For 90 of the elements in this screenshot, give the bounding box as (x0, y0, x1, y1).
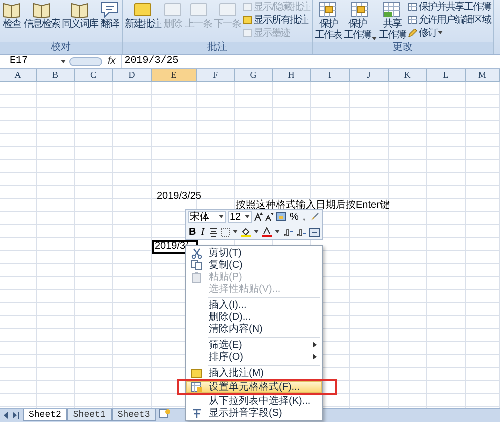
scissors-icon (191, 248, 203, 258)
cell-text: 按照这种格式输入日期后按Enter键 (236, 200, 390, 212)
group-label: 校对 (0, 42, 122, 54)
grow-font-icon (254, 212, 263, 222)
last-arrow-icon (12, 412, 20, 418)
note-icon (133, 1, 153, 19)
note-icon (218, 1, 238, 19)
ribbon-button[interactable]: 共享 工作簿 (378, 0, 406, 41)
sheet-icon (408, 2, 418, 12)
menu-item[interactable]: 排序(O) (186, 351, 322, 363)
ribbon-small-button[interactable]: 修订 (408, 27, 491, 39)
function-label[interactable]: fx (106, 55, 118, 68)
shrink-font-icon (265, 212, 274, 222)
menu-item[interactable]: 清除内容(N) (186, 323, 322, 335)
sheet-tab[interactable]: Sheet1 (67, 409, 112, 421)
caret-icon (245, 215, 250, 219)
decrease-decimal-icon (296, 228, 306, 236)
menu-item[interactable]: 插入(I)... (186, 299, 322, 311)
column-header[interactable]: C (75, 69, 113, 82)
column-header[interactable]: B (37, 69, 75, 82)
sheet-icon (408, 16, 418, 24)
merge-cells-icon (308, 228, 320, 236)
caret-icon (254, 230, 259, 234)
column-header[interactable]: A (0, 69, 37, 82)
ribbon-button[interactable]: 保护 工作簿 (344, 0, 377, 41)
speech-bubble-icon (100, 1, 120, 19)
fill-color-icon (240, 227, 251, 237)
bold-button[interactable]: B (188, 226, 198, 238)
note-icon (188, 1, 208, 19)
font-color-icon (262, 227, 272, 237)
ribbon-button[interactable]: 翻译 (100, 0, 120, 30)
comma-button[interactable]: , (302, 212, 307, 222)
italic-button[interactable]: I (200, 226, 206, 238)
menu-item[interactable]: 筛选(E) (186, 339, 322, 351)
increase-decimal-icon (282, 228, 293, 236)
ribbon-button[interactable]: 同义词库 (62, 0, 98, 30)
sheet-tab[interactable]: Sheet2 (23, 409, 68, 421)
format-cells-icon (191, 382, 203, 392)
column-header[interactable]: H (273, 69, 311, 82)
column-header[interactable]: J (350, 69, 389, 82)
menu-item[interactable]: 插入批注(M) (186, 367, 322, 379)
menu-item[interactable]: 删除(D)... (186, 311, 322, 323)
sheet-tab[interactable]: Sheet3 (112, 409, 156, 421)
copy-icon (191, 260, 203, 270)
column-header[interactable]: E (152, 69, 197, 82)
clipboard-icon (191, 272, 203, 282)
font-field[interactable]: 宋体 (188, 211, 226, 223)
percent-button[interactable]: % (289, 212, 300, 222)
caret-icon (61, 60, 66, 64)
book-icon (70, 1, 90, 19)
name-box[interactable]: E17 (0, 55, 58, 68)
previous-arrow-icon (3, 412, 9, 418)
menu-item[interactable]: 复制(C) (186, 259, 322, 271)
menu-item[interactable]: 设置单元格格式(F)... (186, 381, 322, 393)
new-sheet-icon (159, 409, 172, 419)
align-center-icon (208, 228, 218, 236)
border-icon (220, 228, 230, 236)
column-header[interactable]: D (113, 69, 152, 82)
note-icon (163, 1, 183, 19)
column-header[interactable]: L (427, 69, 466, 82)
caret-icon (219, 215, 224, 219)
column-header[interactable]: M (466, 69, 500, 82)
book-icon (2, 1, 22, 19)
ribbon-button[interactable]: 新建批注 (125, 0, 161, 30)
column-header[interactable]: I (311, 69, 350, 82)
ribbon-small-button[interactable]: 显示所有批注 (243, 14, 310, 26)
ribbon-small-button[interactable]: 允许用户编辑区域 (408, 14, 491, 26)
ribbon-button[interactable]: 信息检索 (24, 0, 60, 30)
column-header[interactable]: F (197, 69, 235, 82)
ribbon-button[interactable]: 保护 工作表 (314, 0, 342, 41)
book-icon (32, 1, 52, 19)
caret-icon (274, 230, 280, 234)
size-field[interactable]: 12 (228, 211, 252, 223)
note-icon (191, 368, 203, 378)
cell-text: 2019/3/25 (157, 191, 202, 203)
caret-icon (438, 31, 443, 35)
menu-item[interactable]: 从下拉列表中选择(K)... (186, 395, 322, 407)
column-header[interactable]: G (235, 69, 273, 82)
format-icon (276, 212, 287, 222)
brush-icon (308, 212, 319, 222)
pencil-icon (408, 28, 418, 38)
phonetic-icon (191, 408, 203, 418)
menu-item[interactable]: 显示拼音字段(S) (186, 407, 322, 419)
group-label: 批注 (123, 42, 312, 54)
ribbon-button[interactable]: 检查 (2, 0, 22, 30)
formula-field[interactable]: 2019/3/25 (120, 55, 500, 68)
caret-icon (232, 230, 238, 234)
ribbon-small-button[interactable]: 保护并共享工作簿 (408, 1, 491, 13)
group-label: 更改 (312, 42, 493, 54)
column-header[interactable]: K (389, 69, 427, 82)
